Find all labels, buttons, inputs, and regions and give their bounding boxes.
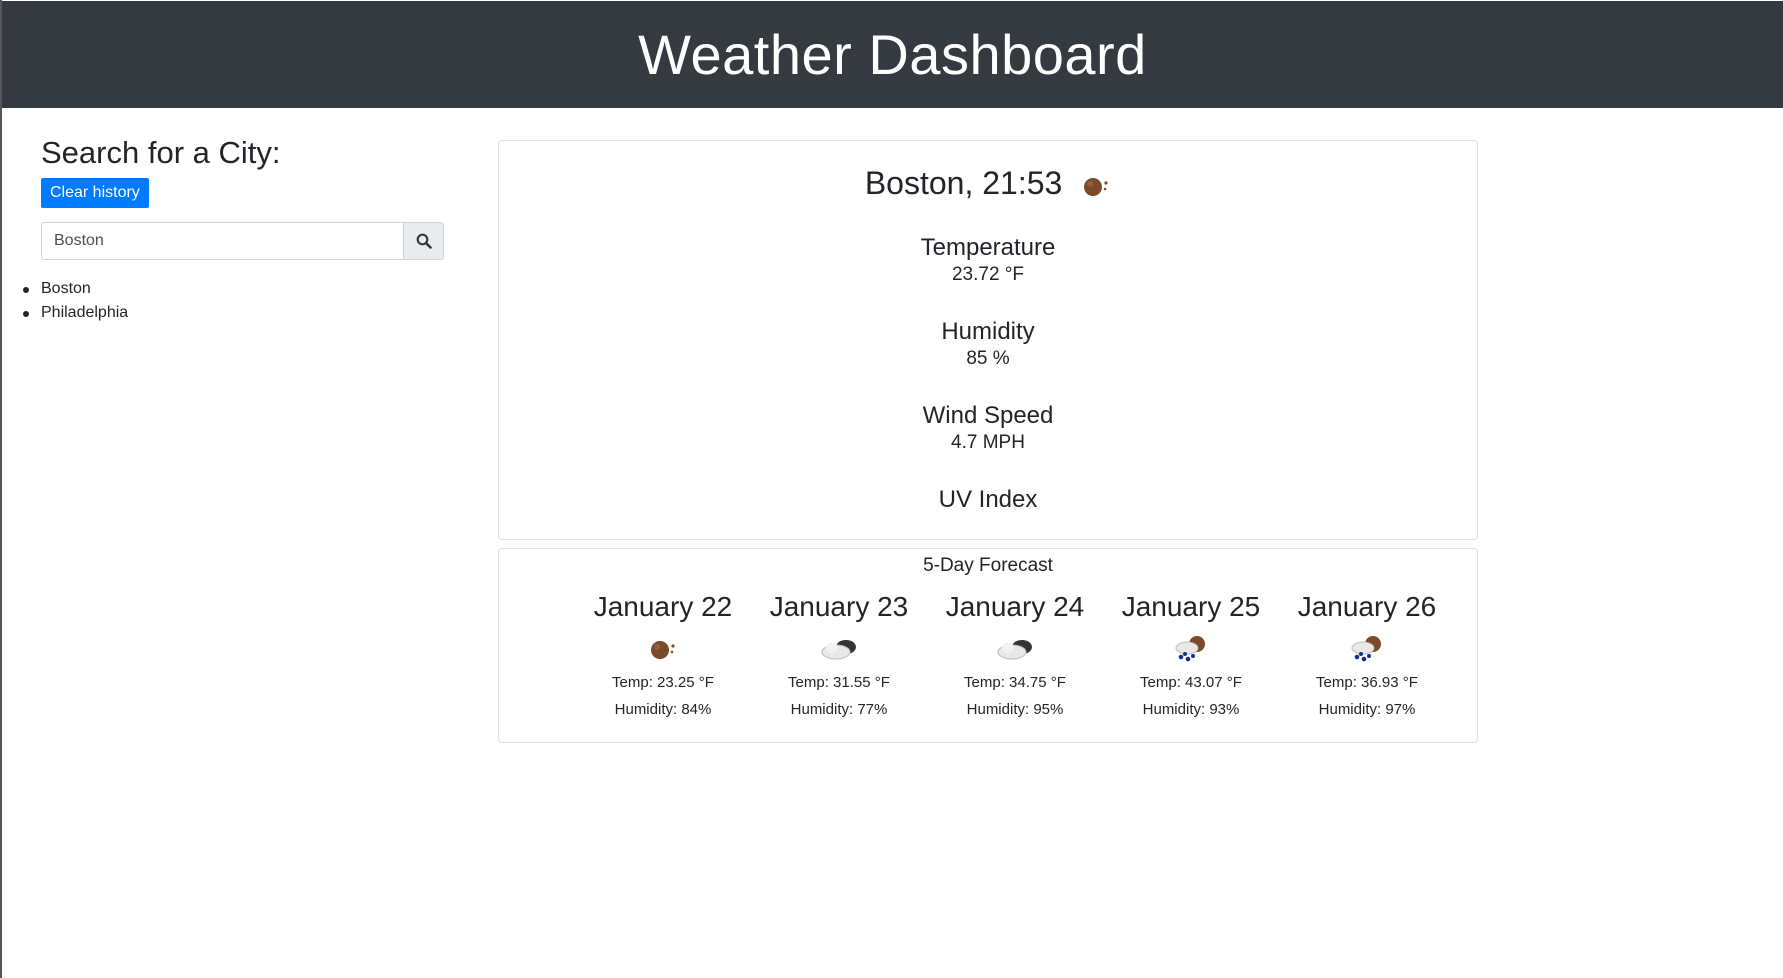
search-history-list: Boston Philadelphia: [23, 277, 446, 325]
temperature-stat: Temperature 23.72 °F: [499, 233, 1477, 287]
humidity-label: Humidity: [941, 318, 1035, 345]
wind-stat: Wind Speed 4.7 MPH: [499, 401, 1477, 455]
forecast-day: January 25 Temp: 43.07 °F Humidity: 93%: [1103, 589, 1279, 720]
window-left-edge: [0, 0, 2, 978]
forecast-temp: Temp: 31.55 °F: [788, 674, 890, 691]
wind-value: 4.7 MPH: [951, 432, 1025, 453]
uv-label: UV Index: [938, 486, 1038, 513]
history-item-boston[interactable]: Boston: [23, 277, 446, 301]
forecast-date: January 23: [769, 591, 909, 622]
forecast-day: January 24 Temp: 34.75 °F Humidity: 95%: [927, 589, 1103, 720]
forecast-temp: Temp: 36.93 °F: [1316, 674, 1418, 691]
forecast-date: January 22: [593, 591, 733, 622]
city-search-input[interactable]: [41, 222, 403, 260]
search-group: [41, 222, 444, 260]
cloud-icon: [821, 640, 856, 660]
wind-label: Wind Speed: [922, 402, 1054, 429]
temperature-value: 23.72 °F: [951, 264, 1025, 285]
forecast-humidity: Humidity: 93%: [1142, 701, 1240, 718]
city-time-label: Boston, 21:53: [864, 165, 1063, 201]
forecast-day: January 26 Temp: 36.93 °F Humidity: 97%: [1279, 589, 1455, 720]
forecast-card: 5-Day Forecast January 22 Temp: 23.25 °F…: [498, 548, 1478, 743]
search-heading: Search for a City:: [41, 135, 281, 170]
forecast-temp: Temp: 23.25 °F: [612, 674, 714, 691]
uv-stat: UV Index: [499, 485, 1477, 515]
moon-night-icon: [1084, 177, 1108, 196]
history-item-philadelphia[interactable]: Philadelphia: [23, 301, 446, 325]
forecast-humidity: Humidity: 97%: [1318, 701, 1416, 718]
humidity-stat: Humidity 85 %: [499, 317, 1477, 371]
forecast-humidity: Humidity: 95%: [966, 701, 1064, 718]
rain-night-icon: [1351, 636, 1381, 662]
cloud-icon: [997, 640, 1032, 660]
current-city-title: Boston, 21:53: [499, 163, 1477, 203]
page-title: Weather Dashboard: [638, 23, 1147, 86]
forecast-temp: Temp: 34.75 °F: [964, 674, 1066, 691]
current-weather-card: Boston, 21:53 Temperature 23.72 °F Humid…: [498, 140, 1478, 540]
forecast-humidity: Humidity: 84%: [614, 701, 712, 718]
forecast-date: January 26: [1297, 591, 1437, 622]
forecast-date: January 24: [945, 591, 1085, 622]
forecast-humidity: Humidity: 77%: [790, 701, 888, 718]
forecast-days: January 22 Temp: 23.25 °F Humidity: 84% …: [575, 589, 1455, 720]
forecast-day: January 23 Temp: 31.55 °F Humidity: 77%: [751, 589, 927, 720]
search-icon: [416, 233, 432, 249]
search-button[interactable]: [403, 222, 444, 260]
forecast-temp: Temp: 43.07 °F: [1140, 674, 1242, 691]
page-header: Weather Dashboard: [2, 1, 1783, 108]
sidebar: Search for a City: Clear history Boston …: [23, 132, 446, 325]
forecast-day: January 22 Temp: 23.25 °F Humidity: 84%: [575, 589, 751, 720]
forecast-title: 5-Day Forecast: [923, 555, 1053, 576]
rain-night-icon: [1175, 636, 1205, 662]
moon-night-icon: [651, 641, 675, 659]
forecast-date: January 25: [1121, 591, 1261, 622]
clear-history-button[interactable]: Clear history: [41, 178, 149, 208]
temperature-label: Temperature: [920, 234, 1056, 261]
humidity-value: 85 %: [966, 348, 1010, 369]
